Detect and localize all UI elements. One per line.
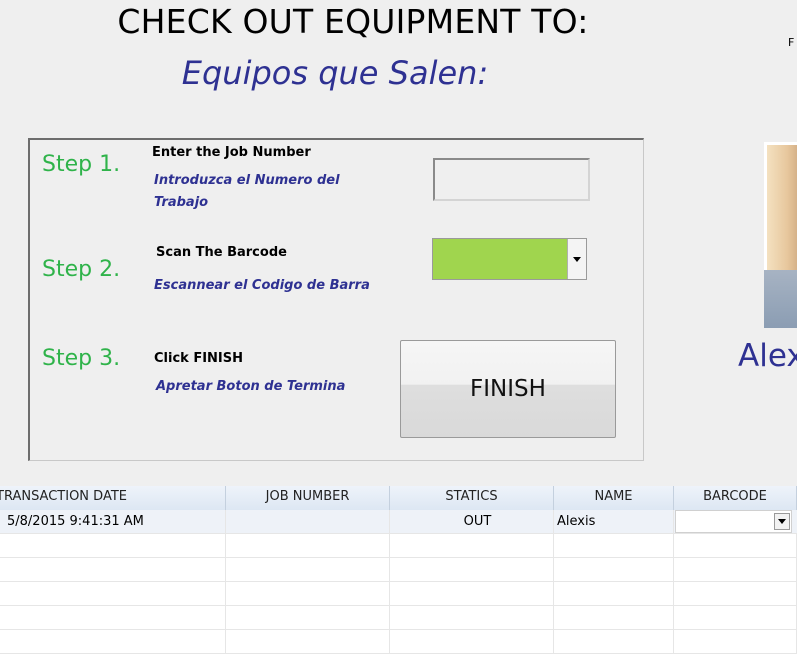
- empty-cell[interactable]: [226, 534, 390, 557]
- column-header-transaction-date[interactable]: TRANSACTION DATE: [0, 486, 226, 510]
- table-row-empty[interactable]: [0, 630, 797, 654]
- table-row[interactable]: 5/8/2015 9:41:31 AM OUT Alexis: [0, 510, 797, 534]
- empty-cell[interactable]: [0, 558, 226, 581]
- clipped-corner-label: F: [788, 36, 795, 49]
- empty-cell[interactable]: [674, 558, 797, 581]
- cell-statics[interactable]: OUT: [390, 510, 554, 533]
- empty-cell[interactable]: [554, 606, 674, 629]
- step-3-label: Step 3.: [42, 346, 121, 371]
- empty-cell[interactable]: [390, 606, 554, 629]
- cell-job-number[interactable]: [226, 510, 390, 533]
- barcode-select[interactable]: [432, 238, 587, 280]
- step-1-instruction-spanish: Introduzca el Numero del Trabajo: [154, 173, 340, 210]
- transactions-table: TRANSACTION DATE JOB NUMBER STATICS NAME…: [0, 486, 797, 656]
- column-header-job-number[interactable]: JOB NUMBER: [226, 486, 390, 510]
- column-header-name[interactable]: NAME: [554, 486, 674, 510]
- table-row-empty[interactable]: [0, 606, 797, 630]
- table-header: TRANSACTION DATE JOB NUMBER STATICS NAME…: [0, 486, 797, 511]
- table-row-empty[interactable]: [0, 558, 797, 582]
- empty-cell[interactable]: [554, 558, 674, 581]
- column-header-statics[interactable]: STATICS: [390, 486, 554, 510]
- empty-cell[interactable]: [0, 630, 226, 653]
- empty-cell[interactable]: [226, 558, 390, 581]
- table-row-empty[interactable]: [0, 582, 797, 606]
- step-2-instruction: Scan The Barcode: [156, 245, 287, 260]
- empty-cell[interactable]: [226, 582, 390, 605]
- cell-name[interactable]: Alexis: [554, 510, 674, 533]
- finish-button[interactable]: FINISH: [400, 340, 616, 438]
- chevron-down-icon: [573, 256, 581, 262]
- step-3-instruction: Click FINISH: [154, 351, 244, 366]
- step-1-label: Step 1.: [42, 152, 121, 177]
- empty-cell[interactable]: [390, 630, 554, 653]
- empty-cell[interactable]: [674, 630, 797, 653]
- page-subtitle-spanish: Equipos que Salen:: [181, 54, 489, 92]
- empty-cell[interactable]: [390, 582, 554, 605]
- empty-cell[interactable]: [226, 606, 390, 629]
- step-2-label: Step 2.: [42, 257, 121, 282]
- empty-cell[interactable]: [0, 606, 226, 629]
- empty-cell[interactable]: [0, 534, 226, 557]
- empty-cell[interactable]: [554, 630, 674, 653]
- barcode-dropdown-button[interactable]: [567, 239, 586, 279]
- empty-cell[interactable]: [0, 582, 226, 605]
- step-2-instruction-spanish: Escannear el Codigo de Barra: [154, 278, 370, 293]
- step-3-instruction-spanish: Apretar Boton de Termina: [156, 379, 346, 394]
- empty-cell[interactable]: [390, 534, 554, 557]
- empty-cell[interactable]: [674, 582, 797, 605]
- person-photo-shirt: [764, 270, 797, 328]
- empty-cell[interactable]: [554, 534, 674, 557]
- step-1-instruction: Enter the Job Number: [152, 145, 311, 160]
- empty-cell[interactable]: [674, 606, 797, 629]
- cell-transaction-date[interactable]: 5/8/2015 9:41:31 AM: [0, 510, 226, 533]
- chevron-down-icon: [778, 519, 786, 524]
- barcode-cell-dropdown-button[interactable]: [774, 513, 790, 530]
- column-header-barcode[interactable]: BARCODE: [674, 486, 797, 510]
- cell-barcode-select[interactable]: [675, 510, 792, 533]
- empty-cell[interactable]: [390, 558, 554, 581]
- empty-cell[interactable]: [674, 534, 797, 557]
- empty-cell[interactable]: [554, 582, 674, 605]
- page-title: CHECK OUT EQUIPMENT TO:: [117, 2, 589, 41]
- job-number-input[interactable]: [433, 158, 590, 201]
- empty-cell[interactable]: [226, 630, 390, 653]
- table-row-empty[interactable]: [0, 534, 797, 558]
- person-name: Alex: [738, 338, 797, 374]
